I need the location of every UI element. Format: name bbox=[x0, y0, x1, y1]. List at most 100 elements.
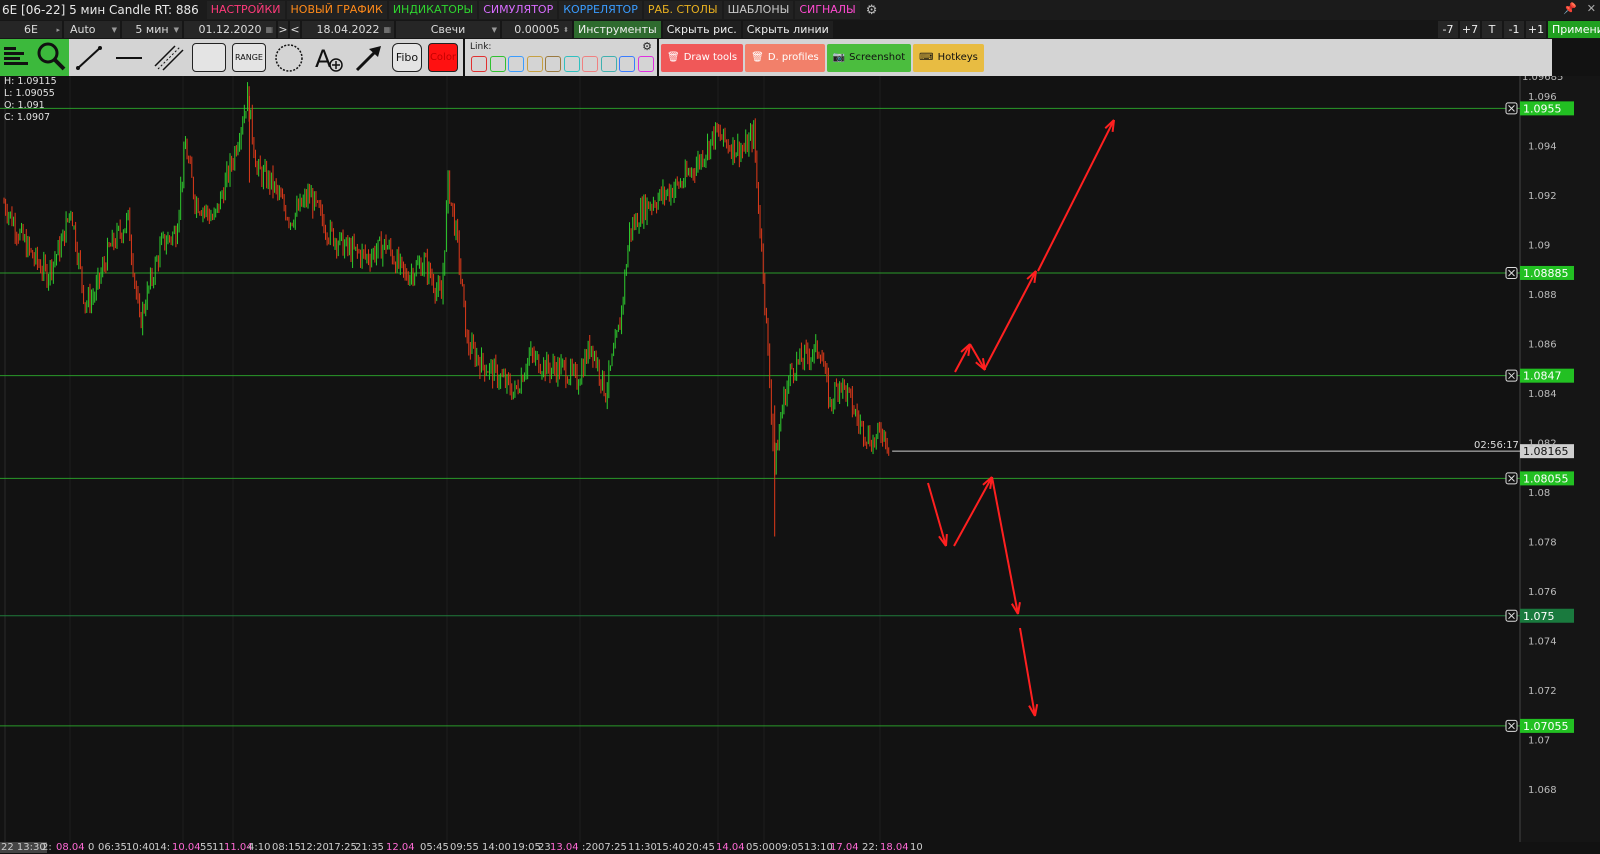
timeframe-select[interactable]: 5 мин ▼ bbox=[122, 21, 182, 38]
close-level-icon[interactable] bbox=[1505, 609, 1518, 622]
link-color-swatch[interactable] bbox=[600, 56, 617, 72]
menu-item[interactable]: ИНДИКАТОРЫ bbox=[388, 1, 478, 19]
ohlc-readout: H: 1.09115 L: 1.09055 O: 1.091 C: 1.0907 bbox=[4, 76, 57, 124]
hline-tool-icon[interactable] bbox=[112, 43, 146, 72]
arrow-annotations bbox=[927, 119, 1115, 717]
menu-item[interactable]: КОРРЕЛЯТОР bbox=[559, 1, 642, 19]
level-price-label: 1.075 bbox=[1523, 610, 1555, 623]
hotkeys-label: Hotkeys bbox=[937, 52, 978, 63]
link-color-swatch[interactable] bbox=[545, 56, 561, 72]
calendar-icon[interactable]: ▦ bbox=[265, 25, 273, 34]
level-price-label: 1.08885 bbox=[1523, 267, 1569, 280]
close-level-icon[interactable] bbox=[1505, 102, 1518, 115]
link-color-swatch[interactable] bbox=[526, 56, 543, 72]
apply-button[interactable]: Применить bbox=[1548, 21, 1600, 38]
step-plus1-button[interactable]: +1 bbox=[1526, 21, 1546, 38]
price-chart[interactable]: 1.09551.088851.08471.080551.0751.070551.… bbox=[0, 76, 1600, 854]
arrow-tool-icon[interactable] bbox=[352, 43, 386, 72]
menu-item[interactable]: НАСТРОЙКИ bbox=[206, 1, 285, 19]
close-level-icon[interactable] bbox=[1505, 719, 1518, 732]
trendline-tool-icon[interactable] bbox=[72, 43, 106, 72]
link-color-swatch[interactable] bbox=[508, 56, 524, 72]
gear-icon[interactable]: ⚙ bbox=[866, 3, 878, 18]
hotkeys-button[interactable]: ⌨ Hotkeys bbox=[913, 43, 984, 72]
date-from-input[interactable]: 01.12.2020 ▦ bbox=[184, 21, 276, 38]
toolbar-left-group bbox=[0, 39, 69, 76]
scale-select[interactable]: Auto ▼ bbox=[64, 21, 120, 38]
link-color-swatch[interactable] bbox=[563, 56, 580, 72]
instruments-button[interactable]: Инструменты bbox=[574, 21, 661, 38]
price-tick-label: 1.088 bbox=[1528, 290, 1557, 301]
time-tick-label: 14: bbox=[154, 842, 171, 853]
settings-bar: 6E ▸ Auto ▼ 5 мин ▼ 01.12.2020 ▦ > < 18.… bbox=[0, 20, 1600, 39]
step-buttons: -7 +7 T -1 +1 Применить bbox=[1438, 21, 1600, 38]
menu-bar: 6E [06-22] 5 мин Candle RT: 886 НАСТРОЙК… bbox=[0, 0, 1600, 20]
chart-type-value: Свечи bbox=[430, 23, 466, 36]
time-tick-label: 22: bbox=[862, 842, 879, 853]
chart-type-select[interactable]: Свечи ▼ bbox=[396, 21, 500, 38]
today-button[interactable]: T bbox=[1482, 21, 1502, 38]
price-tick-label: 1.096 bbox=[1528, 92, 1557, 103]
prev-button[interactable]: < bbox=[290, 21, 300, 38]
time-tick-label: 10 bbox=[910, 842, 923, 853]
close-level-icon[interactable] bbox=[1505, 472, 1518, 485]
chart-grid bbox=[0, 76, 1600, 854]
hide-lines-button[interactable]: Скрыть линии bbox=[742, 21, 833, 38]
draw-tools-button[interactable]: 🗑 Draw tools bbox=[661, 43, 744, 72]
symbol-select[interactable]: 6E ▸ bbox=[0, 21, 62, 38]
link-color-swatch[interactable] bbox=[619, 56, 635, 72]
annotation-arrow bbox=[954, 343, 971, 373]
price-tick-label: 1.076 bbox=[1528, 587, 1557, 598]
close-level-icon[interactable] bbox=[1505, 266, 1518, 279]
price-tick-label: 1.092 bbox=[1528, 191, 1557, 202]
spinner-icon[interactable]: ⬍ bbox=[563, 26, 569, 34]
price-tick-label: 1.09 bbox=[1528, 241, 1550, 252]
step-minus1-button[interactable]: -1 bbox=[1504, 21, 1524, 38]
trash-icon: 🗑 bbox=[667, 52, 680, 63]
link-color-swatch[interactable] bbox=[471, 56, 487, 72]
hide-drawings-button[interactable]: Скрыть рис. bbox=[662, 21, 741, 38]
channel-tool-icon[interactable] bbox=[152, 43, 186, 72]
range-tool-button[interactable]: RANGE bbox=[232, 43, 266, 72]
screenshot-button[interactable]: 📷 Screenshot bbox=[826, 43, 912, 72]
price-tick-label: 1.074 bbox=[1528, 637, 1557, 648]
menu-item[interactable]: СИМУЛЯТОР bbox=[479, 1, 558, 19]
chevron-down-icon: ▼ bbox=[491, 25, 497, 34]
time-tick-label: 10:40 bbox=[126, 842, 155, 853]
link-color-swatch[interactable] bbox=[489, 56, 506, 72]
menu-item[interactable]: СИГНАЛЫ bbox=[795, 1, 860, 19]
zoom-icon[interactable] bbox=[36, 41, 66, 74]
rectangle-tool-icon[interactable] bbox=[192, 43, 226, 72]
pin-icon[interactable]: 📌 bbox=[1563, 2, 1577, 15]
link-color-swatch[interactable] bbox=[582, 56, 598, 72]
menu-item[interactable]: НОВЫЙ ГРАФИК bbox=[286, 1, 387, 19]
level-price-label: 1.0847 bbox=[1523, 370, 1562, 383]
time-tick-label: :20 bbox=[582, 842, 599, 853]
d-profiles-button[interactable]: 🗑 D. profiles bbox=[745, 43, 825, 72]
calendar-icon[interactable]: ▦ bbox=[383, 25, 391, 34]
profile-bars-icon[interactable] bbox=[3, 44, 29, 71]
menu-item[interactable]: ШАБЛОНЫ bbox=[723, 1, 794, 19]
price-tick-label: 1.08 bbox=[1528, 488, 1550, 499]
color-picker-button[interactable]: Color bbox=[428, 43, 458, 72]
fibo-tool-button[interactable]: Fibo bbox=[392, 43, 422, 72]
close-level-icon[interactable] bbox=[1505, 369, 1518, 382]
close-icon[interactable]: ✕ bbox=[1587, 2, 1596, 15]
link-group: Link: ⚙ bbox=[467, 40, 655, 75]
settings-icon[interactable]: ⚙ bbox=[642, 40, 652, 53]
tick-size-input[interactable]: 0.00005 ⬍ bbox=[502, 21, 572, 38]
time-tick-label: 13:10 bbox=[804, 842, 833, 853]
step-plus7-button[interactable]: +7 bbox=[1460, 21, 1480, 38]
step-minus7-button[interactable]: -7 bbox=[1438, 21, 1458, 38]
ohlc-open: O: 1.091 bbox=[4, 100, 45, 111]
time-tick-label: 4:10 bbox=[248, 842, 271, 853]
time-tick-label: 20:45 bbox=[686, 842, 715, 853]
menu-item[interactable]: РАБ. СТОЛЫ bbox=[643, 1, 722, 19]
link-color-swatch[interactable] bbox=[637, 56, 654, 72]
annotation-arrow bbox=[969, 343, 986, 371]
date-to-input[interactable]: 18.04.2022 ▦ bbox=[302, 21, 394, 38]
next-button[interactable]: > bbox=[278, 21, 288, 38]
time-tick-label: 10.04 bbox=[172, 842, 201, 853]
ellipse-tool-icon[interactable] bbox=[272, 43, 306, 72]
text-tool-icon[interactable]: A bbox=[312, 43, 346, 73]
